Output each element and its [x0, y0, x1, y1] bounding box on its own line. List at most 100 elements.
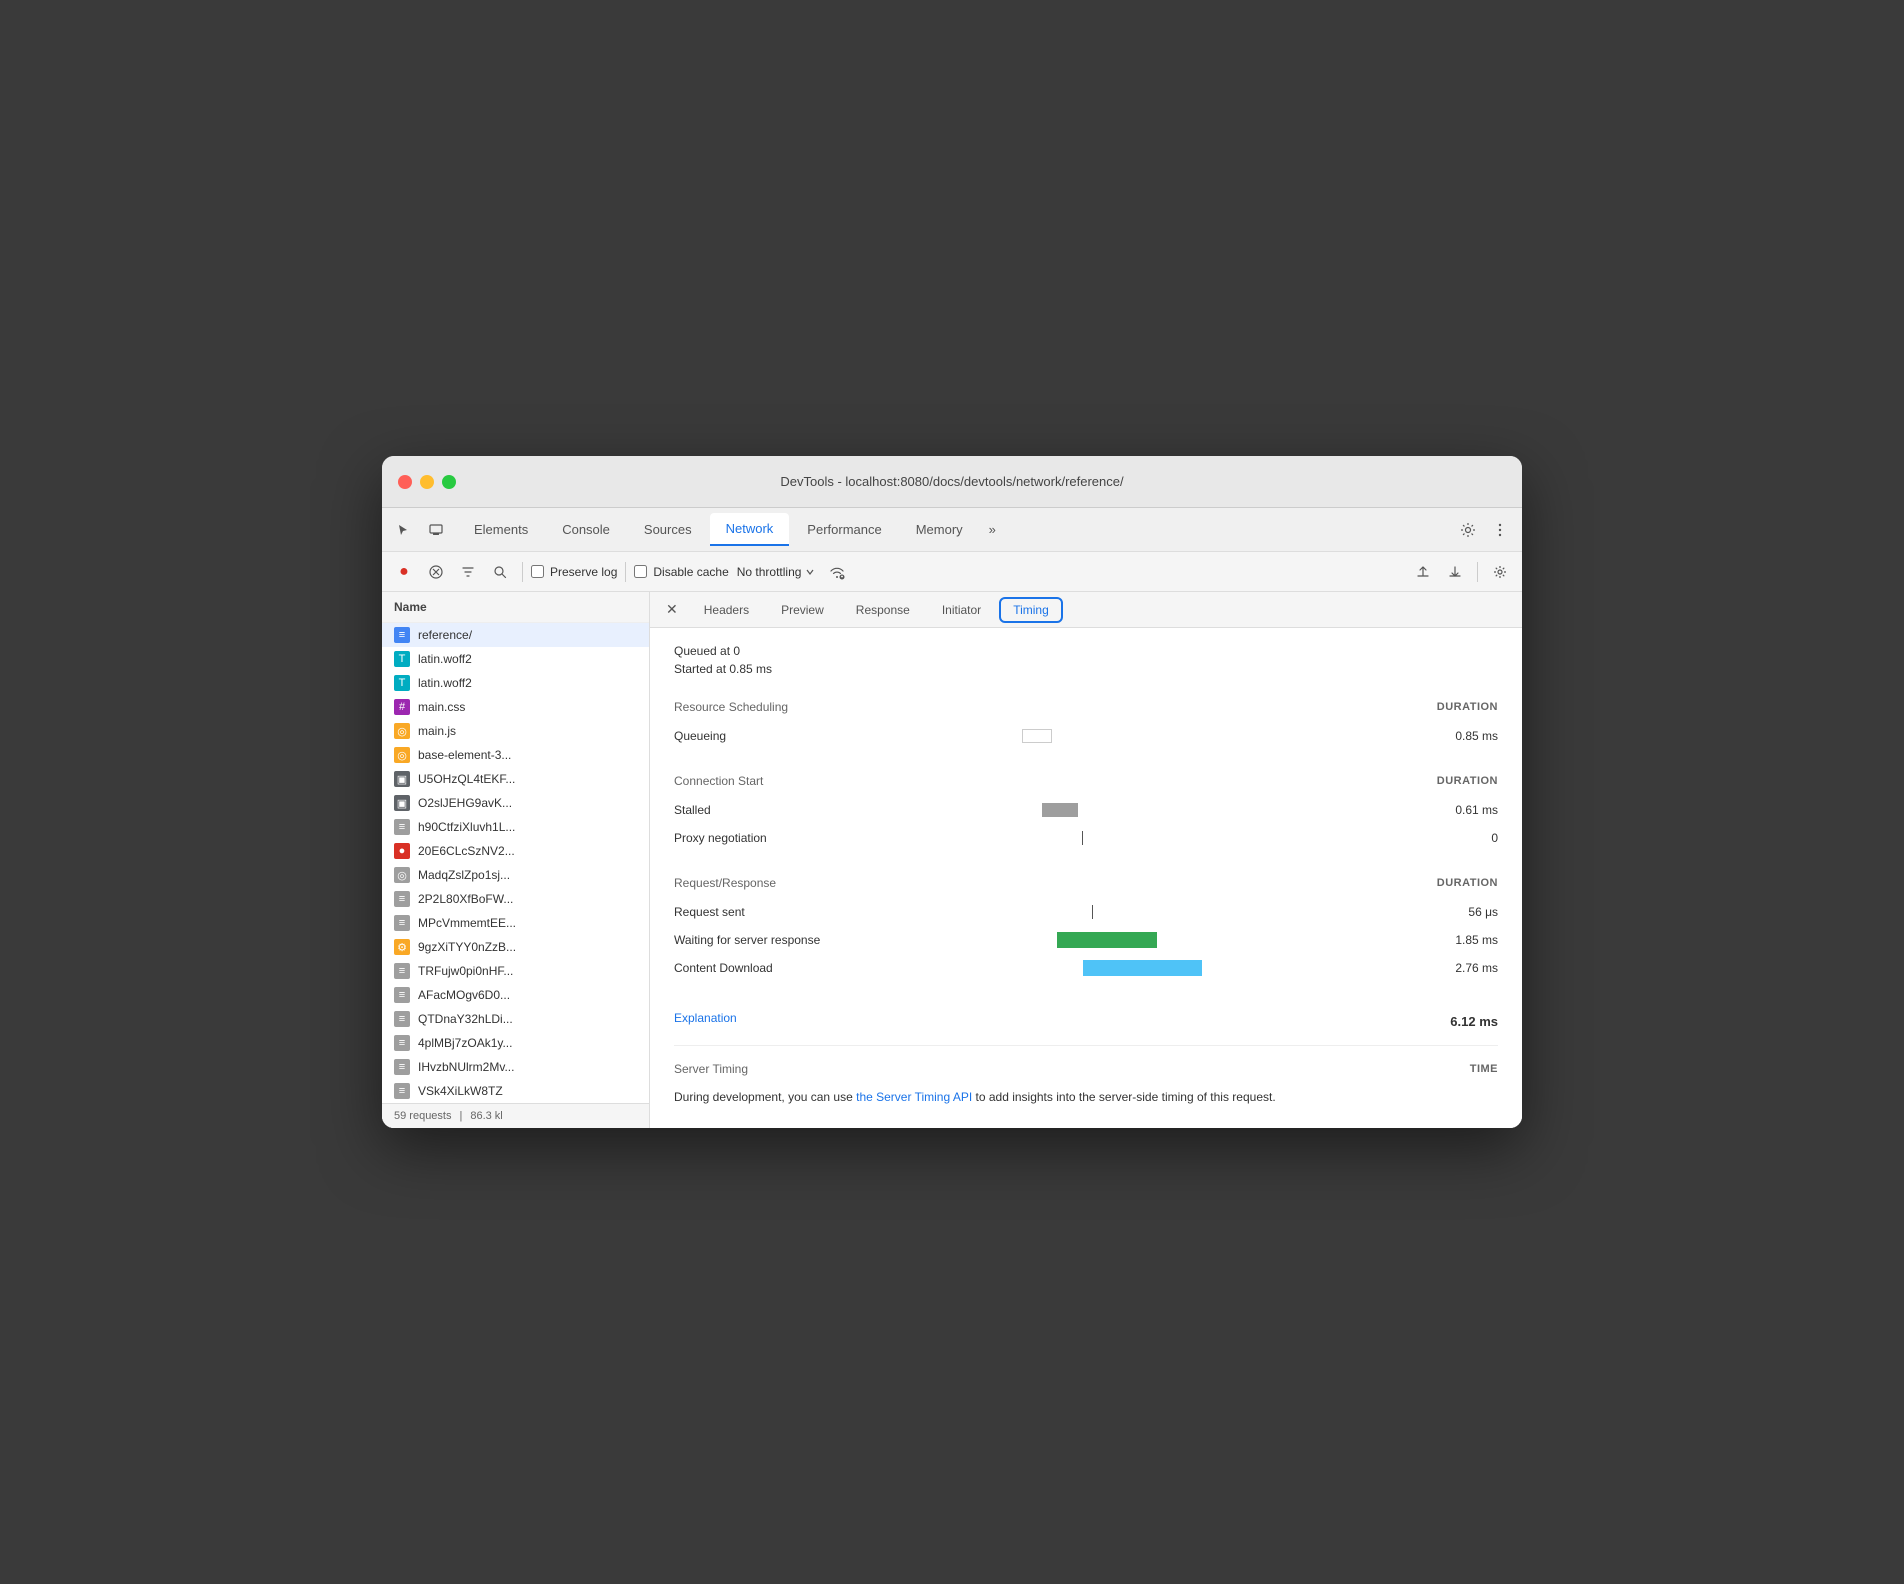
- download-icon[interactable]: [1441, 558, 1469, 586]
- queueing-bar-container: [882, 728, 1202, 744]
- server-timing-description: During development, you can use the Serv…: [674, 1088, 1498, 1107]
- request-sent-bar: [1092, 905, 1093, 919]
- main-tabs: Elements Console Sources Network Perform…: [458, 513, 1454, 546]
- timing-row-download: Content Download 2.76 ms: [674, 954, 1498, 982]
- sidebar-item-afac[interactable]: ≡ AFacMOgv6D0...: [382, 983, 649, 1007]
- sidebar-item-u5o[interactable]: ▣ U5OHzQL4tEKF...: [382, 767, 649, 791]
- clear-button[interactable]: [422, 558, 450, 586]
- cursor-icon[interactable]: [390, 516, 418, 544]
- sidebar-item-h90[interactable]: ≡ h90CtfziXluvh1L...: [382, 815, 649, 839]
- tab-network[interactable]: Network: [710, 513, 790, 546]
- sidebar-item-base-element[interactable]: ◎ base-element-3...: [382, 743, 649, 767]
- maximize-button[interactable]: [442, 475, 456, 489]
- server-timing-api-link[interactable]: the Server Timing API: [856, 1090, 972, 1104]
- sidebar-item-name-11: 2P2L80XfBoFW...: [418, 892, 637, 906]
- more-tabs-button[interactable]: »: [981, 518, 1004, 541]
- sidebar-item-main-js[interactable]: ◎ main.js: [382, 719, 649, 743]
- sidebar-item-main-css[interactable]: # main.css: [382, 695, 649, 719]
- divider-3: [1477, 562, 1478, 582]
- proxy-bar-container: [882, 830, 1202, 846]
- settings-icon[interactable]: [1454, 516, 1482, 544]
- close-button[interactable]: [398, 475, 412, 489]
- explanation-link[interactable]: Explanation: [674, 1011, 737, 1025]
- device-icon[interactable]: [422, 516, 450, 544]
- sidebar-item-name-1: latin.woff2: [418, 652, 637, 666]
- stalled-duration: 0.61 ms: [1418, 803, 1498, 817]
- tab-sources[interactable]: Sources: [628, 514, 708, 545]
- wifi-settings-icon[interactable]: [823, 558, 851, 586]
- queueing-bar: [1022, 729, 1052, 743]
- server-timing-col: TIME: [1470, 1063, 1498, 1075]
- sidebar-item-vsk[interactable]: ≡ VSk4XiLkW8TZ: [382, 1079, 649, 1103]
- server-timing-header: Server Timing TIME: [674, 1062, 1498, 1076]
- queued-at: Queued at 0: [674, 644, 1498, 658]
- search-icon[interactable]: [486, 558, 514, 586]
- waiting-bar-area: [874, 932, 1418, 948]
- sidebar-item-o2s[interactable]: ▣ O2slJEHG9avK...: [382, 791, 649, 815]
- stalled-bar-container: [882, 802, 1202, 818]
- sidebar-item-9gz[interactable]: ⚙ 9gzXiTYY0nZzB...: [382, 935, 649, 959]
- download-bar-container: [882, 960, 1202, 976]
- sidebar-item-latin-woff2-1[interactable]: T latin.woff2: [382, 647, 649, 671]
- minimize-button[interactable]: [420, 475, 434, 489]
- file-icon-gray-4: ≡: [394, 915, 410, 931]
- filter-icon[interactable]: [454, 558, 482, 586]
- sidebar-item-name-16: QTDnaY32hLDi...: [418, 1012, 637, 1026]
- sidebar-item-mpc[interactable]: ≡ MPcVmmemtEE...: [382, 911, 649, 935]
- sidebar-item-madq[interactable]: ◎ MadqZslZpo1sj...: [382, 863, 649, 887]
- traffic-lights: [398, 475, 456, 489]
- transfer-size: 86.3 kl: [470, 1110, 502, 1122]
- request-response-col: DURATION: [1437, 877, 1498, 889]
- download-bar: [1083, 960, 1202, 976]
- sub-tab-headers[interactable]: Headers: [690, 597, 763, 623]
- sidebar-item-20e[interactable]: ● 20E6CLcSzNV2...: [382, 839, 649, 863]
- sub-tab-initiator[interactable]: Initiator: [928, 597, 995, 623]
- waiting-label: Waiting for server response: [674, 933, 874, 947]
- tab-memory[interactable]: Memory: [900, 514, 979, 545]
- sub-tab-preview[interactable]: Preview: [767, 597, 838, 623]
- sidebar-item-name-18: IHvzbNUlrm2Mv...: [418, 1060, 637, 1074]
- sidebar-item-latin-woff2-2[interactable]: T latin.woff2: [382, 671, 649, 695]
- divider-1: [522, 562, 523, 582]
- stalled-bar: [1042, 803, 1078, 817]
- sidebar-item-2p2[interactable]: ≡ 2P2L80XfBoFW...: [382, 887, 649, 911]
- disable-cache-input[interactable]: [634, 565, 647, 578]
- sidebar-item-ihvz[interactable]: ≡ IHvzbNUlrm2Mv...: [382, 1055, 649, 1079]
- close-detail-button[interactable]: ✕: [658, 597, 686, 622]
- disable-cache-checkbox[interactable]: Disable cache: [634, 565, 728, 579]
- connection-start-header: Connection Start DURATION: [674, 774, 1498, 788]
- sub-tab-timing[interactable]: Timing: [999, 597, 1063, 623]
- sidebar-footer: 59 requests | 86.3 kl: [382, 1103, 649, 1128]
- sub-tab-response[interactable]: Response: [842, 597, 924, 623]
- sidebar-item-4pl[interactable]: ≡ 4plMBj7zOAk1y...: [382, 1031, 649, 1055]
- timing-row-request-sent: Request sent 56 μs: [674, 898, 1498, 926]
- stalled-label: Stalled: [674, 803, 874, 817]
- preserve-log-input[interactable]: [531, 565, 544, 578]
- sidebar-item-trf[interactable]: ≡ TRFujw0pi0nHF...: [382, 959, 649, 983]
- connection-start-col: DURATION: [1437, 775, 1498, 787]
- sidebar-item-reference[interactable]: ≡ reference/: [382, 623, 649, 647]
- preserve-log-checkbox[interactable]: Preserve log: [531, 565, 617, 579]
- sidebar-item-name-6: U5OHzQL4tEKF...: [418, 772, 637, 786]
- sidebar-item-name-8: h90CtfziXluvh1L...: [418, 820, 637, 834]
- sidebar-item-name-2: latin.woff2: [418, 676, 637, 690]
- record-button[interactable]: ●: [390, 558, 418, 586]
- request-sent-label: Request sent: [674, 905, 874, 919]
- throttle-select[interactable]: No throttling: [733, 563, 820, 581]
- sidebar: Name ≡ reference/ T latin.woff2 T latin.…: [382, 592, 650, 1128]
- resource-scheduling-header: Resource Scheduling DURATION: [674, 700, 1498, 714]
- tab-elements[interactable]: Elements: [458, 514, 544, 545]
- tab-console[interactable]: Console: [546, 514, 626, 545]
- settings-icon-2[interactable]: [1486, 558, 1514, 586]
- file-icon-js: ◎: [394, 723, 410, 739]
- footer-divider: |: [459, 1110, 462, 1122]
- sidebar-item-qtd[interactable]: ≡ QTDnaY32hLDi...: [382, 1007, 649, 1031]
- server-timing-desc-pre: During development, you can use: [674, 1090, 856, 1104]
- tab-performance[interactable]: Performance: [791, 514, 897, 545]
- download-duration: 2.76 ms: [1418, 961, 1498, 975]
- kebab-menu-icon[interactable]: [1486, 516, 1514, 544]
- devtools-window: DevTools - localhost:8080/docs/devtools/…: [382, 456, 1522, 1128]
- server-timing-title: Server Timing: [674, 1062, 748, 1076]
- upload-icon[interactable]: [1409, 558, 1437, 586]
- proxy-label: Proxy negotiation: [674, 831, 874, 845]
